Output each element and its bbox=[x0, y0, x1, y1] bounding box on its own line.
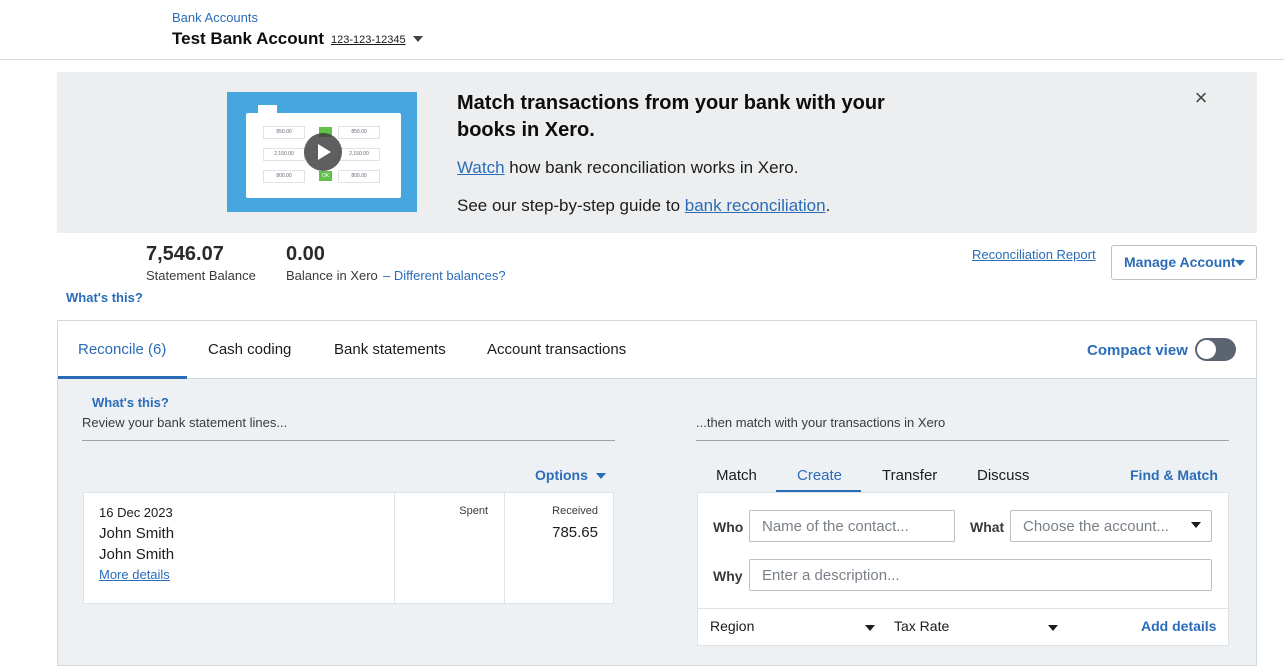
tab-account-transactions[interactable]: Account transactions bbox=[487, 341, 626, 358]
chevron-down-icon bbox=[595, 473, 606, 480]
chevron-down-icon bbox=[1191, 522, 1201, 528]
video-cell: 850.00 bbox=[263, 126, 305, 139]
xero-balance-value: 0.00 bbox=[286, 243, 325, 265]
why-description-input[interactable]: Enter a description... bbox=[749, 559, 1212, 591]
manage-account-label: Manage Account bbox=[1124, 254, 1236, 270]
whats-this-link[interactable]: What's this? bbox=[66, 290, 143, 305]
bank-reconciliation-link[interactable]: bank reconciliation bbox=[685, 196, 826, 215]
video-cell: 800.00 bbox=[338, 170, 380, 183]
region-select[interactable]: Region bbox=[710, 618, 754, 634]
received-amount: 785.65 bbox=[552, 524, 598, 541]
statement-date: 16 Dec 2023 bbox=[99, 505, 173, 520]
chevron-down-icon bbox=[1235, 260, 1245, 266]
tab-discuss[interactable]: Discuss bbox=[977, 467, 1030, 484]
banner-title: Match transactions from your bank with y… bbox=[457, 92, 885, 141]
reconciliation-report-link[interactable]: Reconciliation Report bbox=[972, 247, 1096, 262]
whats-this-link[interactable]: What's this? bbox=[92, 395, 169, 410]
video-cell: 2,150.00 bbox=[263, 148, 305, 161]
tab-create[interactable]: Create bbox=[797, 467, 842, 484]
what-placeholder: Choose the account... bbox=[1023, 518, 1169, 535]
xero-balance-label: Balance in Xero bbox=[286, 268, 378, 283]
tab-cash-coding[interactable]: Cash coding bbox=[208, 341, 291, 358]
watch-text: how bank reconciliation works in Xero. bbox=[504, 158, 799, 177]
options-label: Options bbox=[535, 467, 588, 483]
statement-lines-heading: Review your bank statement lines... bbox=[82, 415, 615, 441]
tab-bank-statements[interactable]: Bank statements bbox=[334, 341, 446, 358]
video-card-tab bbox=[258, 105, 277, 113]
video-ok-badge: OK bbox=[319, 171, 332, 181]
account-dropdown-icon[interactable] bbox=[413, 36, 423, 42]
match-heading: ...then match with your transactions in … bbox=[696, 415, 1229, 441]
watch-link[interactable]: Watch bbox=[457, 158, 505, 177]
reconciliation-help-banner: 850.00 850.00 2,150.00 2,150.00 800.00 O… bbox=[57, 72, 1257, 233]
manage-account-button[interactable]: Manage Account bbox=[1111, 245, 1257, 280]
banner-guide-line: See our step-by-step guide to bank recon… bbox=[457, 196, 830, 216]
statement-payee: John Smith bbox=[99, 525, 175, 542]
find-and-match-link[interactable]: Find & Match bbox=[1130, 467, 1218, 483]
tab-reconcile[interactable]: Reconcile (6) bbox=[78, 341, 166, 358]
tab-match[interactable]: Match bbox=[716, 467, 757, 484]
chevron-down-icon[interactable] bbox=[1048, 625, 1058, 631]
toggle-knob bbox=[1197, 340, 1216, 359]
close-icon[interactable]: × bbox=[1191, 87, 1211, 109]
add-details-link[interactable]: Add details bbox=[1141, 618, 1216, 634]
guide-suffix: . bbox=[825, 196, 831, 215]
why-label: Why bbox=[713, 568, 743, 584]
tax-rate-select[interactable]: Tax Rate bbox=[894, 618, 949, 634]
form-divider bbox=[698, 608, 1228, 609]
banner-watch-line: Watch how bank reconciliation works in X… bbox=[457, 158, 798, 178]
tab-transfer[interactable]: Transfer bbox=[882, 467, 937, 484]
account-number-link[interactable]: 123-123-12345 bbox=[331, 34, 406, 46]
video-cell: 2,150.00 bbox=[338, 148, 380, 161]
account-title: Test Bank Account bbox=[172, 29, 325, 48]
active-tab-indicator bbox=[58, 376, 187, 379]
reconcile-panel: Reconcile (6) Cash coding Bank statement… bbox=[57, 320, 1257, 666]
options-dropdown[interactable]: Options bbox=[535, 467, 606, 483]
what-label: What bbox=[970, 519, 1005, 535]
compact-view-label: Compact view bbox=[1087, 342, 1188, 359]
who-label: Who bbox=[713, 519, 744, 535]
different-balances-link[interactable]: – Different balances? bbox=[383, 268, 506, 283]
create-transaction-form: Who Name of the contact... What Choose t… bbox=[697, 492, 1229, 646]
guide-text: See our step-by-step guide to bbox=[457, 196, 685, 215]
what-account-select[interactable]: Choose the account... bbox=[1010, 510, 1212, 542]
spent-label: Spent bbox=[459, 505, 488, 517]
who-contact-input[interactable]: Name of the contact... bbox=[749, 510, 955, 542]
statement-reference: John Smith bbox=[99, 546, 175, 563]
video-thumbnail[interactable]: 850.00 850.00 2,150.00 2,150.00 800.00 O… bbox=[227, 92, 417, 212]
chevron-down-icon[interactable] bbox=[865, 625, 875, 631]
video-cell: 800.00 bbox=[263, 170, 305, 183]
statement-balance-label: Statement Balance bbox=[146, 268, 256, 283]
video-cell: 850.00 bbox=[338, 126, 380, 139]
statement-balance-value: 7,546.07 bbox=[146, 243, 224, 265]
page-header: Bank Accounts Test Bank Account 123-123-… bbox=[0, 0, 1284, 60]
statement-line-card[interactable]: 16 Dec 2023 John Smith John Smith More d… bbox=[83, 492, 614, 604]
breadcrumb-bank-accounts[interactable]: Bank Accounts bbox=[172, 10, 258, 25]
play-icon[interactable] bbox=[304, 133, 342, 171]
more-details-link[interactable]: More details bbox=[99, 567, 170, 582]
compact-view-toggle[interactable] bbox=[1195, 338, 1236, 361]
tab-bar: Reconcile (6) Cash coding Bank statement… bbox=[58, 321, 1256, 379]
received-label: Received bbox=[552, 505, 598, 517]
